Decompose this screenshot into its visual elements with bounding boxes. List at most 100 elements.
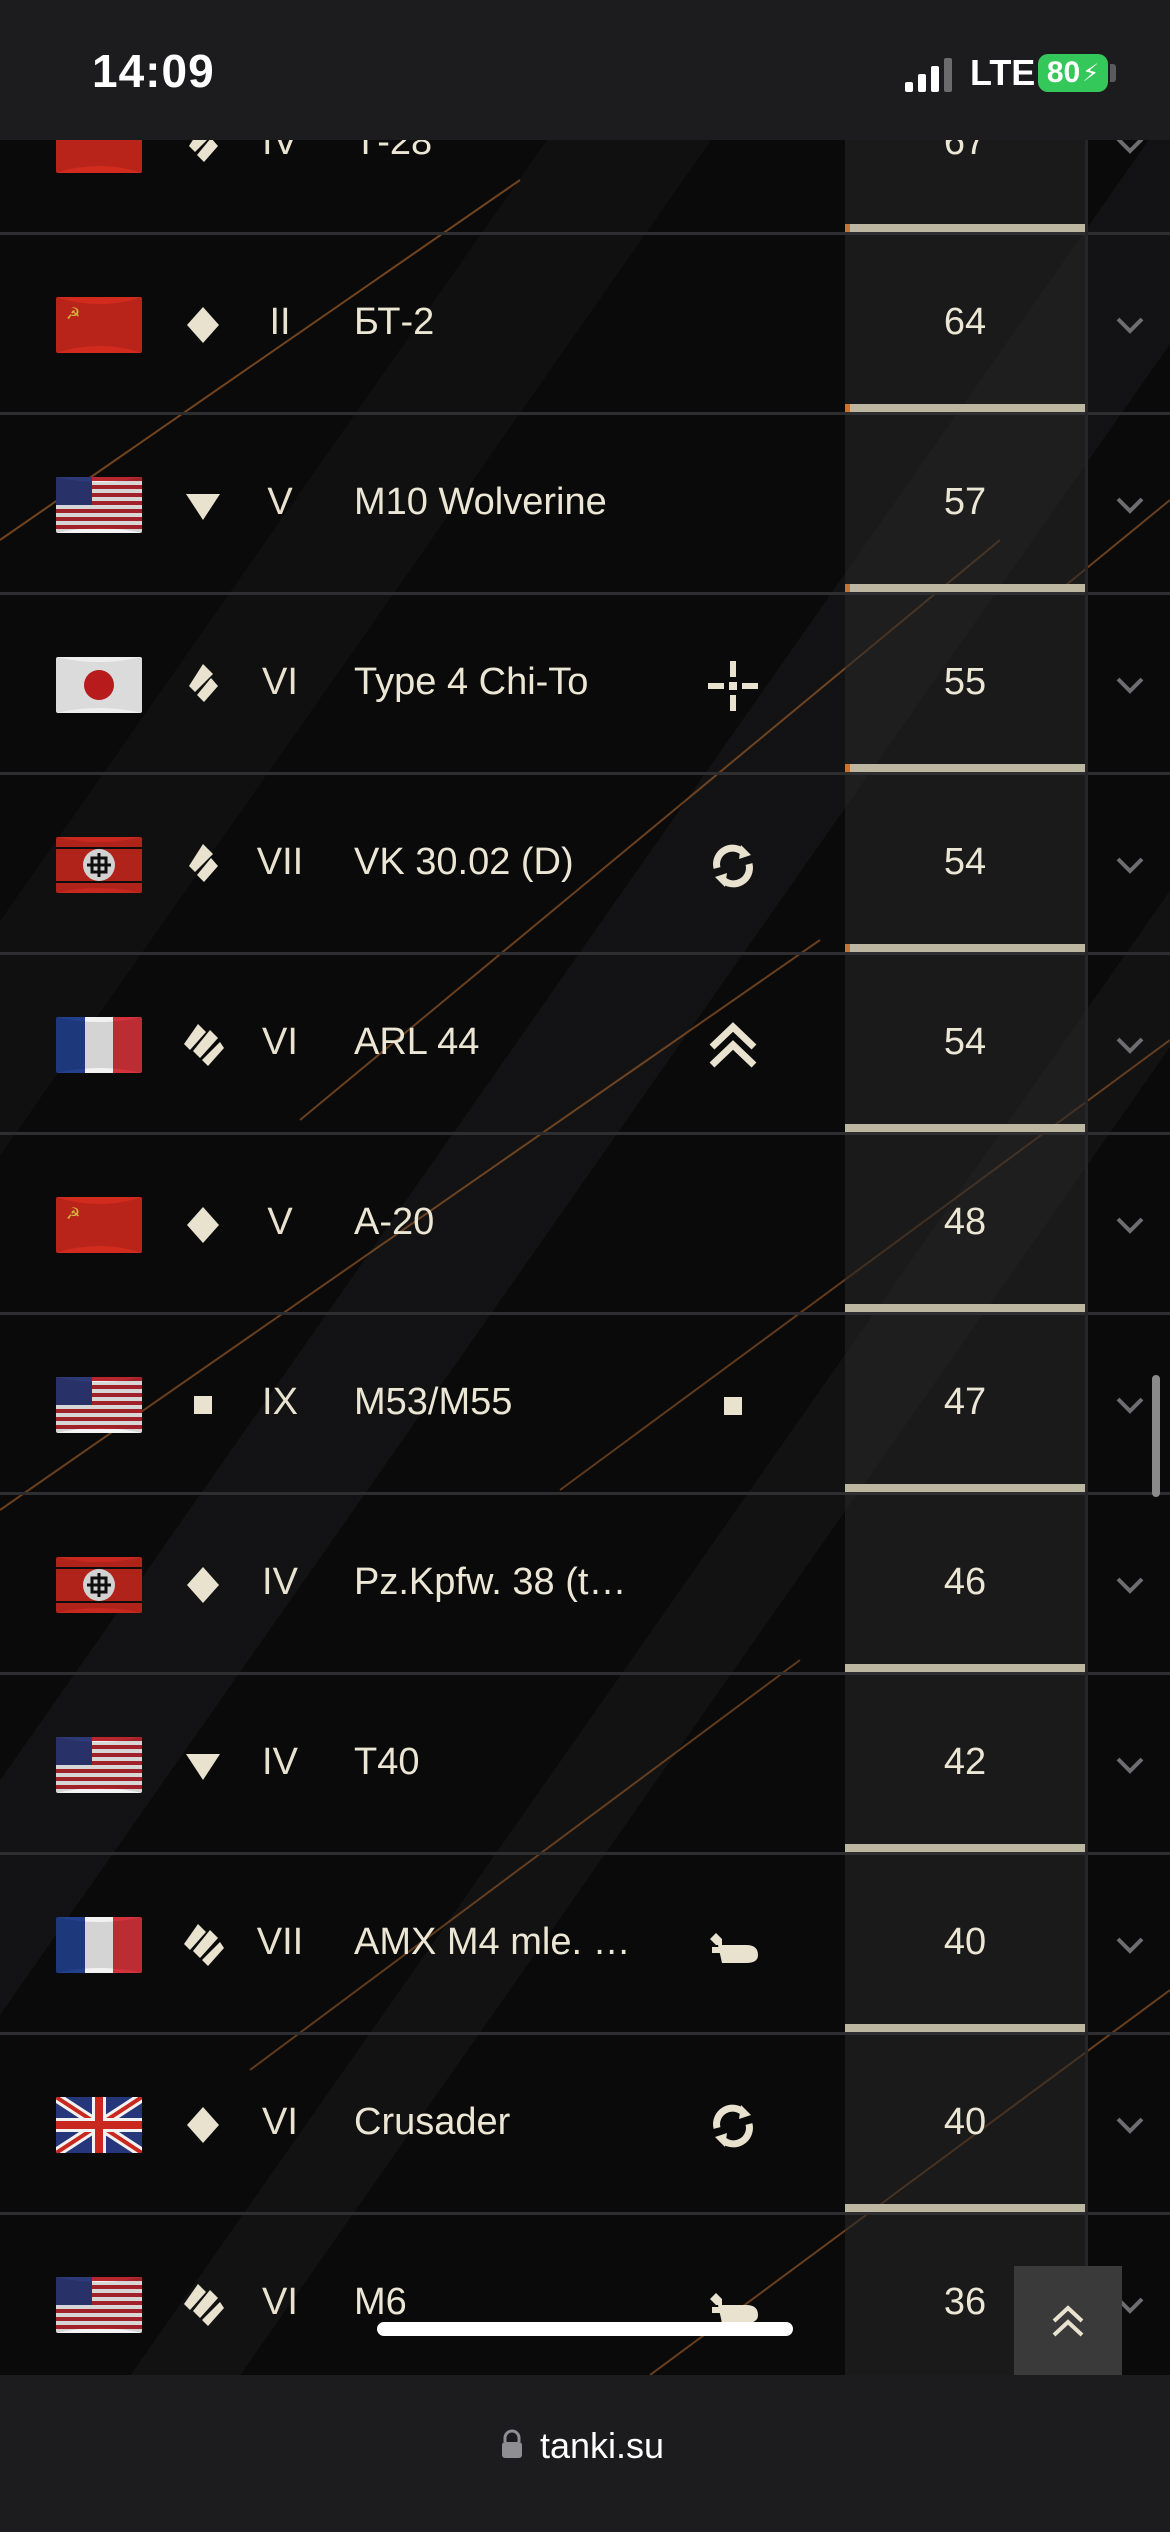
vehicle-value: 55 bbox=[943, 661, 987, 703]
value-bar bbox=[845, 1124, 1085, 1132]
chevron-down-icon[interactable] bbox=[1110, 1025, 1150, 1065]
value-bar bbox=[845, 1844, 1085, 1852]
usa-flag bbox=[56, 477, 142, 533]
medium-tank-icon bbox=[180, 140, 226, 170]
value-bar bbox=[845, 1484, 1085, 1492]
vehicle-name[interactable]: VK 30.02 (D) bbox=[354, 841, 574, 884]
chevron-down-icon[interactable] bbox=[1110, 1385, 1150, 1425]
vehicle-name[interactable]: Type 4 Chi-To bbox=[354, 661, 588, 704]
vehicle-tier: VI bbox=[262, 661, 298, 703]
table-row[interactable]: V M10 Wolverine 57 bbox=[0, 415, 1170, 595]
chevron-down-icon[interactable] bbox=[1110, 1565, 1150, 1605]
column-divider bbox=[1085, 1135, 1088, 1315]
vehicle-name[interactable]: Т-28 bbox=[354, 140, 432, 164]
tank-destroyer-icon bbox=[180, 1740, 226, 1790]
table-row[interactable]: VI Crusader 40 bbox=[0, 2035, 1170, 2215]
light-tank-icon bbox=[180, 300, 226, 350]
medium-tank-icon bbox=[180, 660, 226, 710]
table-row[interactable]: VI ARL 44 54 bbox=[0, 955, 1170, 1135]
vehicle-tier: IV bbox=[262, 1741, 298, 1783]
value-bar bbox=[845, 2204, 1085, 2212]
ussr-flag: ☭ bbox=[56, 140, 142, 173]
value-bar bbox=[845, 944, 1085, 952]
vehicle-value: 57 bbox=[943, 481, 987, 523]
germany-flag bbox=[56, 837, 142, 893]
vehicle-name[interactable]: ARL 44 bbox=[354, 1021, 479, 1064]
chevron-down-icon[interactable] bbox=[1110, 485, 1150, 525]
double-chevron-up-icon bbox=[1052, 2305, 1084, 2337]
vehicle-value: 42 bbox=[943, 1741, 987, 1783]
vehicle-name[interactable]: M6 bbox=[354, 2281, 407, 2324]
light-tank-icon bbox=[180, 1560, 226, 1610]
value-bar bbox=[845, 764, 1085, 772]
table-row[interactable]: IV Pz.Kpfw. 38 (t… 46 bbox=[0, 1495, 1170, 1675]
home-indicator[interactable] bbox=[377, 2322, 793, 2336]
chevron-down-icon[interactable] bbox=[1110, 665, 1150, 705]
chevron-down-icon[interactable] bbox=[1110, 1745, 1150, 1785]
spg-icon bbox=[180, 1380, 226, 1430]
vehicle-value: 54 bbox=[943, 841, 987, 883]
ussr-flag: ☭ bbox=[56, 297, 142, 353]
assault-role-icon bbox=[704, 1017, 762, 1075]
url-text[interactable]: tanki.su bbox=[540, 2425, 664, 2467]
vehicle-tier: VII bbox=[256, 841, 304, 883]
vehicle-name[interactable]: T40 bbox=[354, 1741, 419, 1784]
chevron-down-icon[interactable] bbox=[1110, 2105, 1150, 2145]
chevron-down-icon[interactable] bbox=[1110, 1925, 1150, 1965]
heavy-tank-icon bbox=[180, 1020, 226, 1070]
vehicle-value: 48 bbox=[943, 1201, 987, 1243]
chevron-down-icon[interactable] bbox=[1110, 140, 1150, 165]
japan-flag bbox=[56, 657, 142, 713]
scroll-to-top-button[interactable] bbox=[1014, 2266, 1122, 2376]
table-row[interactable]: VII AMX M4 mle. … 40 bbox=[0, 1855, 1170, 2035]
value-bar bbox=[845, 584, 1085, 592]
vehicle-list[interactable]: ☭ IV Т-28 67 ☭ II БТ-2 64 V M10 Wolverine 57 VI Type… bbox=[0, 140, 1170, 2375]
table-row[interactable]: IX M53/M55 47 bbox=[0, 1315, 1170, 1495]
column-divider bbox=[1085, 775, 1088, 955]
vehicle-name[interactable]: А-20 bbox=[354, 1201, 434, 1244]
vehicle-tier: V bbox=[267, 481, 293, 523]
table-row[interactable]: ☭ II БТ-2 64 bbox=[0, 235, 1170, 415]
usa-flag bbox=[56, 1737, 142, 1793]
table-row[interactable]: ☭ IV Т-28 67 bbox=[0, 140, 1170, 235]
breakthrough-role-icon bbox=[704, 1917, 762, 1975]
france-flag bbox=[56, 1017, 142, 1073]
vehicle-value: 67 bbox=[943, 140, 987, 163]
value-bar bbox=[845, 1304, 1085, 1312]
vehicle-name[interactable]: Crusader bbox=[354, 2101, 510, 2144]
vehicle-name[interactable]: БТ-2 bbox=[354, 301, 434, 344]
table-row[interactable]: IV T40 42 bbox=[0, 1675, 1170, 1855]
table-row[interactable]: VI Type 4 Chi-To 55 bbox=[0, 595, 1170, 775]
vehicle-tier: VI bbox=[262, 1021, 298, 1063]
value-bar bbox=[845, 1664, 1085, 1672]
versatile-role-icon bbox=[704, 837, 762, 895]
spg-role-icon bbox=[704, 1377, 762, 1435]
vehicle-name[interactable]: Pz.Kpfw. 38 (t… bbox=[354, 1561, 626, 1604]
table-row[interactable]: VII VK 30.02 (D) 54 bbox=[0, 775, 1170, 955]
france-flag bbox=[56, 1917, 142, 1973]
heavy-tank-icon bbox=[180, 2280, 226, 2330]
tank-destroyer-icon bbox=[180, 480, 226, 530]
chevron-down-icon[interactable] bbox=[1110, 1205, 1150, 1245]
cellular-signal-icon bbox=[905, 58, 952, 92]
table-row[interactable]: ☭ V А-20 48 bbox=[0, 1135, 1170, 1315]
chevron-down-icon[interactable] bbox=[1110, 305, 1150, 345]
lock-icon bbox=[502, 2429, 522, 2458]
charging-bolt-icon: ⚡ bbox=[1082, 59, 1100, 87]
scrollbar-thumb[interactable] bbox=[1152, 1375, 1160, 1497]
chevron-down-icon[interactable] bbox=[1110, 845, 1150, 885]
usa-flag bbox=[56, 2277, 142, 2333]
vehicle-tier: VI bbox=[262, 2281, 298, 2323]
battery-level: 80 bbox=[1046, 56, 1081, 89]
vehicle-name[interactable]: M53/M55 bbox=[354, 1381, 512, 1424]
column-divider bbox=[1085, 415, 1088, 595]
table-row[interactable]: VI M6 36 bbox=[0, 2215, 1170, 2375]
vehicle-name[interactable]: AMX M4 mle. … bbox=[354, 1921, 631, 1964]
vehicle-name[interactable]: M10 Wolverine bbox=[354, 481, 607, 524]
vehicle-value: 46 bbox=[943, 1561, 987, 1603]
vehicle-tier: VII bbox=[256, 1921, 304, 1963]
browser-address-bar[interactable]: tanki.su bbox=[0, 2375, 1170, 2532]
germany-flag bbox=[56, 1557, 142, 1613]
column-divider bbox=[1085, 235, 1088, 415]
column-divider bbox=[1085, 1495, 1088, 1675]
